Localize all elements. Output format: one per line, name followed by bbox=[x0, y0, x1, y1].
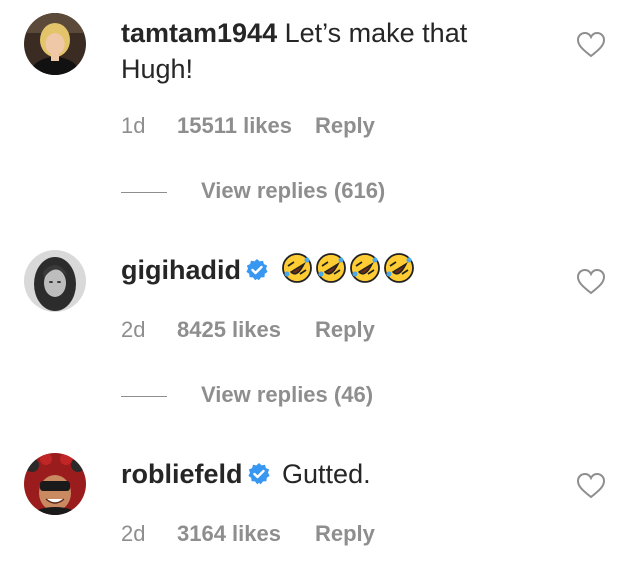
view-replies-button[interactable]: View replies (46) bbox=[121, 382, 373, 408]
comment-meta: 2d 8425 likes Reply bbox=[121, 317, 375, 343]
comment-time: 2d bbox=[121, 317, 146, 342]
reply-button[interactable]: Reply bbox=[315, 317, 375, 343]
comment-emojis bbox=[281, 253, 417, 285]
reply-button[interactable]: Reply bbox=[315, 113, 375, 139]
username[interactable]: robliefeld bbox=[121, 459, 243, 489]
likes-count[interactable]: 8425 likes bbox=[177, 317, 315, 343]
comment-body: Gutted. bbox=[282, 459, 371, 489]
heart-icon[interactable] bbox=[576, 472, 606, 500]
verified-badge-icon bbox=[245, 255, 269, 291]
rolling-on-floor-laughing-emoji bbox=[281, 252, 313, 293]
comment-meta: 2d 3164 likes Reply bbox=[121, 521, 375, 547]
likes-count[interactable]: 15511 likes bbox=[177, 113, 315, 139]
avatar[interactable] bbox=[24, 453, 86, 515]
avatar[interactable] bbox=[24, 250, 86, 312]
comment-time: 1d bbox=[121, 113, 146, 138]
rolling-on-floor-laughing-emoji bbox=[383, 252, 415, 293]
view-replies-label: View replies (616) bbox=[201, 178, 386, 203]
heart-icon[interactable] bbox=[576, 268, 606, 296]
username[interactable]: tamtam1944 bbox=[121, 18, 277, 48]
rolling-on-floor-laughing-emoji bbox=[315, 252, 347, 293]
divider-line bbox=[121, 395, 167, 397]
likes-count[interactable]: 3164 likes bbox=[177, 521, 315, 547]
comment-text: tamtam1944 Let’s make that Hugh! bbox=[121, 15, 541, 87]
avatar[interactable] bbox=[24, 13, 86, 75]
rolling-on-floor-laughing-emoji bbox=[349, 252, 381, 293]
comment-body-line2: Hugh! bbox=[121, 54, 194, 84]
username[interactable]: gigihadid bbox=[121, 255, 241, 285]
comment-body: Let’s make that bbox=[284, 18, 468, 48]
comment-text: robliefeld Gutted. bbox=[121, 456, 541, 495]
reply-button[interactable]: Reply bbox=[315, 521, 375, 547]
comment-meta: 1d 15511 likes Reply bbox=[121, 113, 375, 139]
verified-badge-icon bbox=[247, 459, 271, 495]
comment-time: 2d bbox=[121, 521, 146, 546]
view-replies-label: View replies (46) bbox=[201, 382, 374, 407]
divider-line bbox=[121, 191, 167, 193]
view-replies-button[interactable]: View replies (616) bbox=[121, 178, 385, 204]
comment-text: gigihadid bbox=[121, 252, 541, 293]
heart-icon[interactable] bbox=[576, 31, 606, 59]
